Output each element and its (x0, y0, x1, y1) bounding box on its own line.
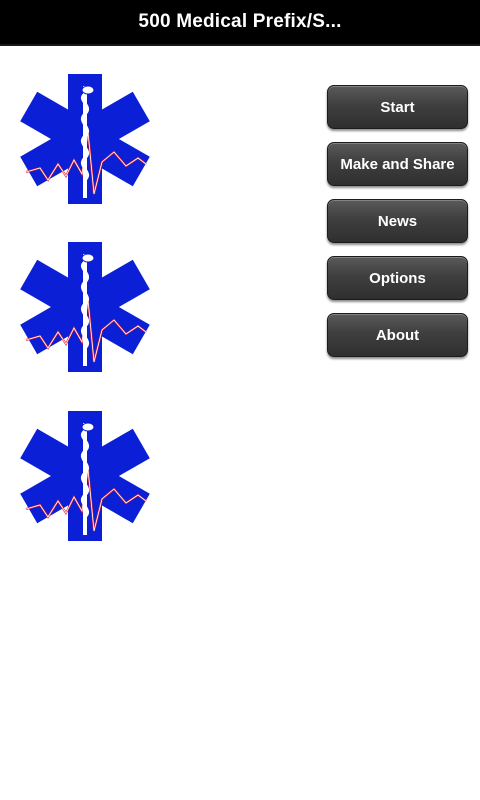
star-of-life-icon (18, 72, 152, 206)
main-menu: Start Make and Share News Options About (327, 85, 468, 370)
app-title: 500 Medical Prefix/S... (138, 11, 342, 32)
start-button[interactable]: Start (327, 85, 468, 129)
title-bar: 500 Medical Prefix/S... (0, 0, 480, 46)
make-and-share-button[interactable]: Make and Share (327, 142, 468, 186)
about-button[interactable]: About (327, 313, 468, 357)
news-button[interactable]: News (327, 199, 468, 243)
star-of-life-icon (18, 409, 152, 543)
options-button[interactable]: Options (327, 256, 468, 300)
star-of-life-icon (18, 240, 152, 374)
